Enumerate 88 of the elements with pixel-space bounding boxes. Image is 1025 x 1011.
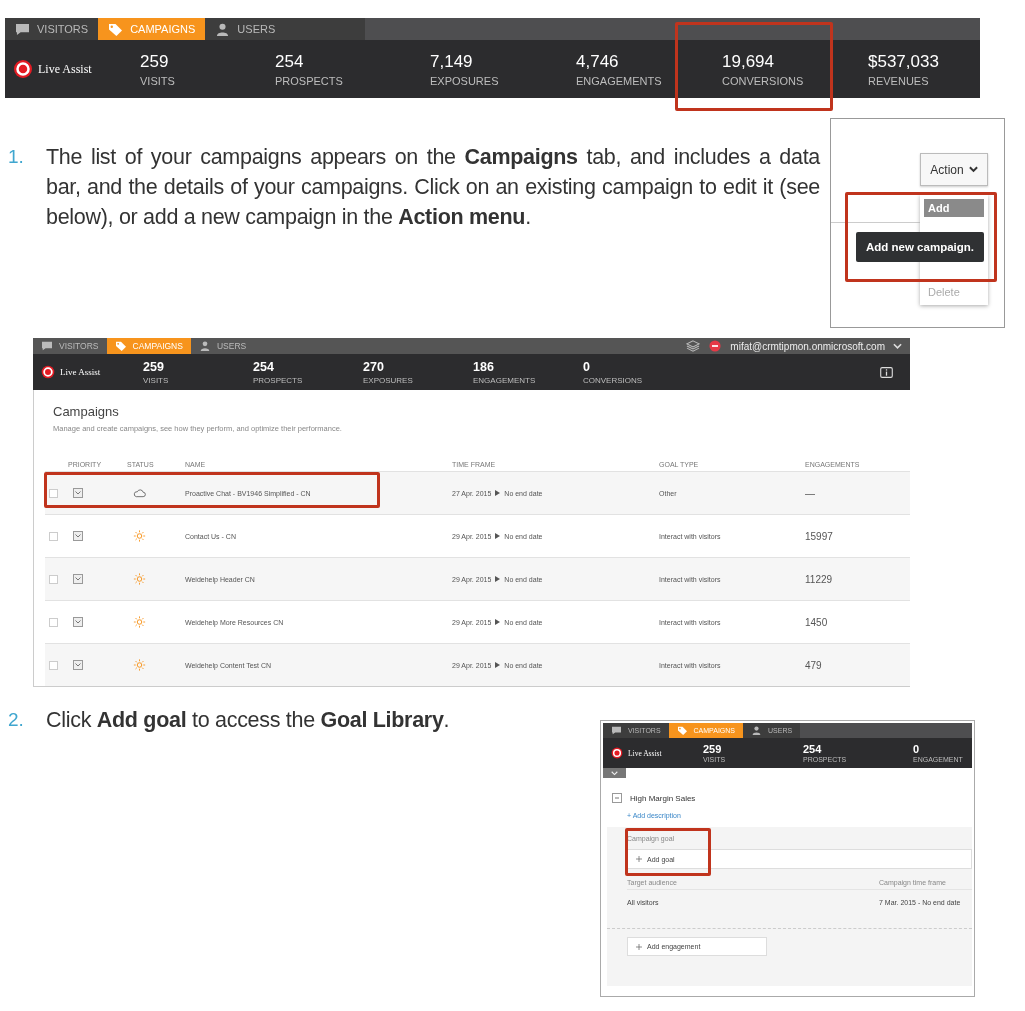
layers-icon[interactable] — [686, 340, 701, 352]
tooltip: Add new campaign. — [856, 232, 984, 262]
sun-icon — [133, 530, 146, 542]
collapse-toggle[interactable] — [603, 768, 626, 778]
speech-bubble-icon — [15, 22, 30, 36]
checkbox[interactable] — [49, 488, 58, 498]
engagement-count: — — [805, 487, 816, 499]
plus-icon — [636, 856, 642, 862]
user-icon — [198, 341, 211, 351]
play-icon — [495, 576, 501, 582]
engagement-count: 479 — [805, 659, 823, 671]
stat-value: 259 — [703, 743, 722, 755]
checkbox[interactable] — [49, 531, 58, 541]
nav-tab[interactable]: USERS — [190, 338, 255, 354]
logo-text: Live Assist — [60, 367, 101, 377]
engagement-count: 11229 — [805, 573, 834, 585]
nav-tab[interactable]: VISITORS — [33, 338, 107, 354]
stat-label: PROSPECTS — [275, 74, 343, 87]
priority-icon — [73, 617, 83, 627]
action-button[interactable]: Action — [920, 153, 988, 186]
lifebuoy-icon — [611, 747, 623, 759]
plus-icon — [636, 943, 642, 950]
instruction-text: The list of your campaigns appears on the Campaigns tab, and includes a data bar, and the details of your campaigns. Click on an existing campaign to edit it (see below), or add a new campaign in the Action menu. — [46, 144, 820, 231]
priority-icon — [73, 531, 83, 541]
stat-label: ENGAGEMENTS — [576, 74, 662, 87]
user-email[interactable]: mifat@crmtipmon.onmicrosoft.com — [730, 340, 885, 352]
checkbox[interactable] — [49, 574, 58, 584]
engagement-count: 15997 — [805, 530, 834, 542]
cloud-icon — [133, 487, 146, 499]
page-title: Campaigns — [53, 404, 120, 419]
user-icon — [215, 22, 231, 36]
nav-tab[interactable]: USERS — [205, 18, 286, 40]
priority-icon — [73, 574, 83, 584]
stat-value: 254 — [803, 743, 822, 755]
stat-value: 259 — [140, 51, 169, 72]
stat-label: ENGAGEMENTS — [473, 375, 536, 385]
stat-value: 270 — [363, 359, 384, 374]
priority-icon — [73, 488, 83, 498]
tag-icon — [108, 22, 124, 36]
tag-icon — [114, 341, 127, 351]
stat-value: 254 — [253, 359, 274, 374]
stat-value: 186 — [473, 359, 494, 374]
stat-value: 254 — [275, 51, 304, 72]
stat-label: CONVERSIONS — [722, 74, 804, 87]
stat-value: 19,694 — [722, 51, 774, 72]
step-number: 2. — [8, 708, 25, 732]
collapse-icon[interactable] — [612, 793, 622, 803]
chevron-down-icon — [611, 770, 618, 776]
play-icon — [495, 533, 501, 539]
checkbox[interactable] — [49, 617, 58, 627]
engagement-count: 1450 — [805, 616, 829, 628]
priority-icon — [73, 660, 83, 670]
stat-value: 259 — [143, 359, 164, 374]
speech-bubble-icon — [611, 726, 622, 735]
lifebuoy-icon — [13, 59, 33, 79]
step-number: 1. — [8, 145, 25, 169]
stat-value: 7,149 — [430, 51, 473, 72]
stat-label: CONVERSIONS — [583, 375, 643, 385]
user-icon — [751, 726, 763, 735]
info-icon[interactable] — [880, 366, 893, 378]
checkbox[interactable] — [49, 660, 58, 670]
minus-circle-icon — [708, 340, 723, 352]
play-icon — [495, 662, 501, 668]
stat-label: PROSPECTS — [253, 375, 303, 385]
stat-label: VISITS — [140, 74, 175, 87]
stat-value: 0 — [913, 743, 920, 755]
menu-item[interactable]: Add — [924, 199, 984, 217]
chevron-down-icon — [968, 166, 978, 173]
play-icon — [495, 490, 501, 496]
speech-bubble-icon — [41, 341, 53, 351]
logo-text: Live Assist — [38, 61, 92, 77]
instruction-text: Click Add goal to access the Goal Library. — [46, 707, 450, 734]
stat-label: VISITS — [143, 375, 169, 385]
sun-icon — [133, 616, 146, 628]
play-icon — [495, 619, 501, 625]
stat-label: EXPOSURES — [363, 375, 413, 385]
lifebuoy-icon — [41, 365, 55, 379]
stat-value: 0 — [583, 359, 590, 374]
campaign-name: High Margin Sales — [630, 793, 696, 803]
stat-value: $537,033 — [868, 51, 939, 72]
stat-value: 4,746 — [576, 51, 619, 72]
sun-icon — [133, 659, 146, 671]
tag-icon — [676, 726, 688, 735]
stat-label: EXPOSURES — [430, 74, 499, 87]
chevron-down-icon[interactable] — [893, 342, 902, 350]
nav-tab[interactable]: VISITORS — [5, 18, 99, 40]
stat-label: REVENUES — [868, 74, 929, 87]
sun-icon — [133, 573, 146, 585]
